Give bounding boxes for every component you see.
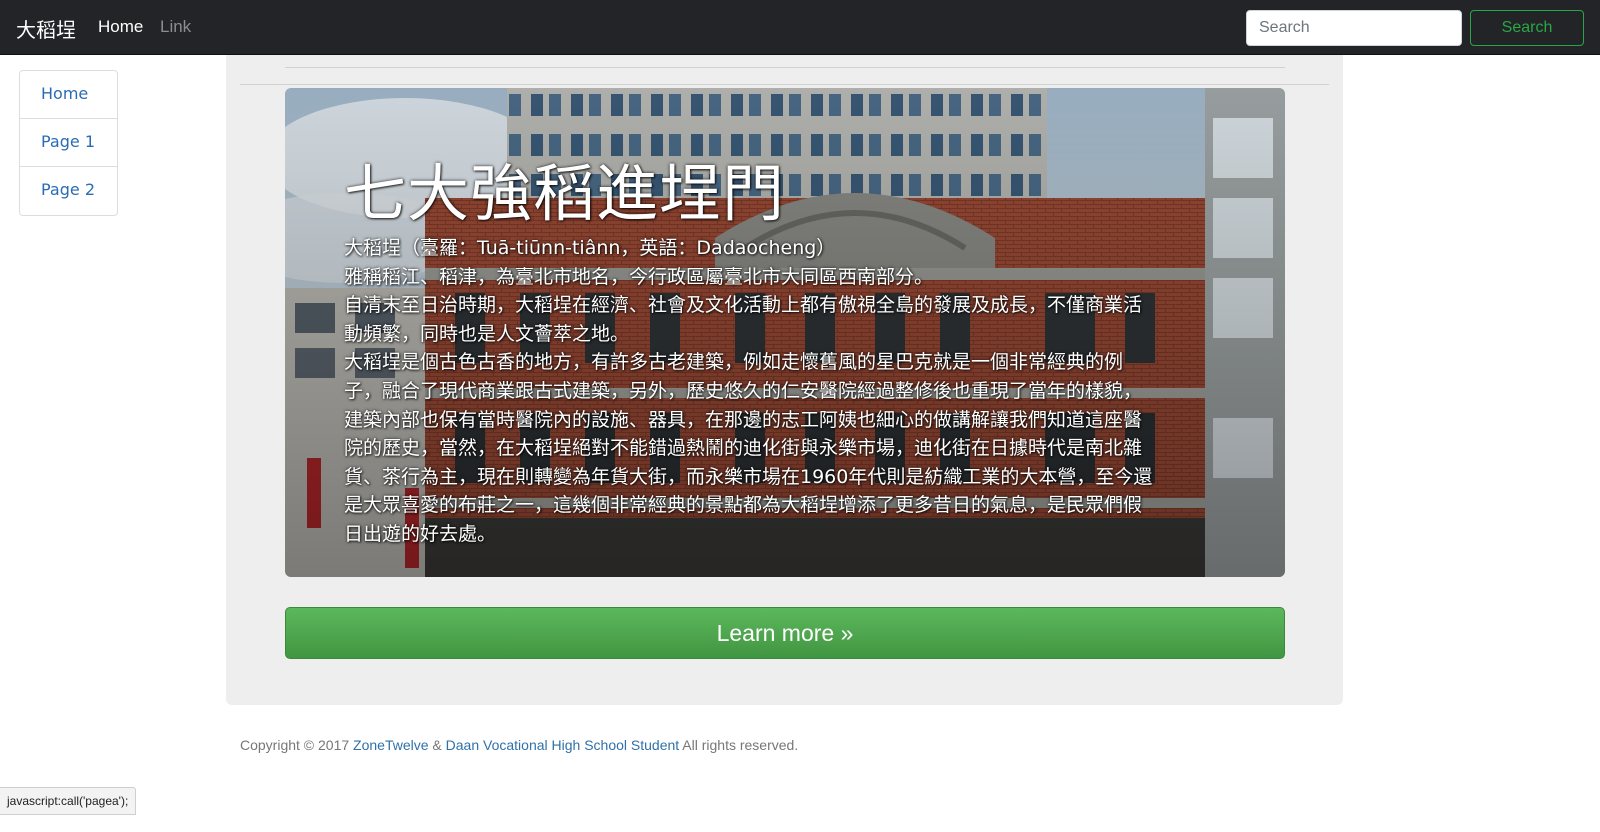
top-navbar: 大稻埕 Home Link Search [0, 0, 1600, 55]
hero-image: 七大強稻進埕門 大稻埕（臺羅：Tuā-tiūnn-tiânn，英語：Dadaoc… [285, 88, 1285, 577]
footer-copyright: Copyright © 2017 [240, 737, 354, 753]
divider [240, 84, 1329, 85]
hero-title: 七大強稻進埕門 [344, 157, 786, 230]
hero-text-line: 日出遊的好去處。 [344, 522, 497, 545]
hero-text: 七大強稻進埕門 大稻埕（臺羅：Tuā-tiūnn-tiânn，英語：Dadaoc… [344, 154, 1220, 549]
hero-text-line: 是大眾喜愛的布莊之一，這幾個非常經典的景點都為大稻埕增添了更多昔日的氣息，是民眾… [344, 494, 1143, 517]
hero-text-line: 大稻埕是個古色古香的地方，有許多古老建築，例如走懷舊風的星巴克就是一個非常經典的… [344, 351, 1124, 374]
sidebar-item-home[interactable]: Home [20, 71, 117, 119]
sidebar-item-page-1[interactable]: Page 1 [20, 119, 117, 167]
footer: Copyright © 2017 ZoneTwelve & Daan Vocat… [240, 737, 798, 753]
hero-text-line: 建築內部也保有當時醫院內的設施、器具，在那邊的志工阿姨也細心的做講解讓我們知道這… [344, 408, 1143, 431]
hero-text-line: 動頻繁，同時也是人文薈萃之地。 [344, 322, 630, 345]
sidebar-item-page-2[interactable]: Page 2 [20, 167, 117, 215]
brand-link[interactable]: 大稻埕 [16, 14, 76, 43]
hero-text-line: 自清末至日治時期，大稻埕在經濟、社會及文化活動上都有傲視全島的發展及成長，不僅商… [344, 294, 1143, 317]
divider [285, 67, 1285, 68]
hero-text-line: 雅稱稻江、稻津，為臺北市地名，今行政區屬臺北市大同區西南部分。 [344, 265, 934, 288]
hero-text-line: 院的歷史，當然，在大稻埕絕對不能錯過熱鬧的迪化街與永樂市場，迪化街在日據時代是南… [344, 437, 1143, 460]
learn-more-button[interactable]: Learn more » [285, 607, 1285, 659]
footer-link-zonetwelve[interactable]: ZoneTwelve [353, 737, 428, 753]
footer-separator: & [428, 737, 446, 753]
search-input[interactable] [1246, 10, 1462, 46]
nav-link-home[interactable]: Home [98, 17, 143, 37]
sidebar-nav: Home Page 1 Page 2 [19, 70, 118, 216]
hero-text-line: 貨、茶行為主，現在則轉變為年貨大街，而永樂市場在1960年代則是紡織工業的大本營… [344, 465, 1153, 488]
main-jumbotron: 七大強稻進埕門 大稻埕（臺羅：Tuā-tiūnn-tiânn，英語：Dadaoc… [226, 55, 1343, 705]
hero-text-line: 大稻埕（臺羅：Tuā-tiūnn-tiânn，英語：Dadaocheng） [344, 237, 836, 259]
footer-rights: All rights reserved. [679, 737, 799, 753]
status-bar-url: javascript:call('pagea'); [0, 787, 137, 815]
hero-text-line: 子，融合了現代商業跟古式建築，另外，歷史悠久的仁安醫院經過整修後也重現了當年的樣… [344, 379, 1143, 402]
nav-link-link[interactable]: Link [160, 17, 191, 37]
footer-link-daan[interactable]: Daan Vocational High School Student [446, 737, 680, 753]
search-button[interactable]: Search [1470, 10, 1584, 46]
